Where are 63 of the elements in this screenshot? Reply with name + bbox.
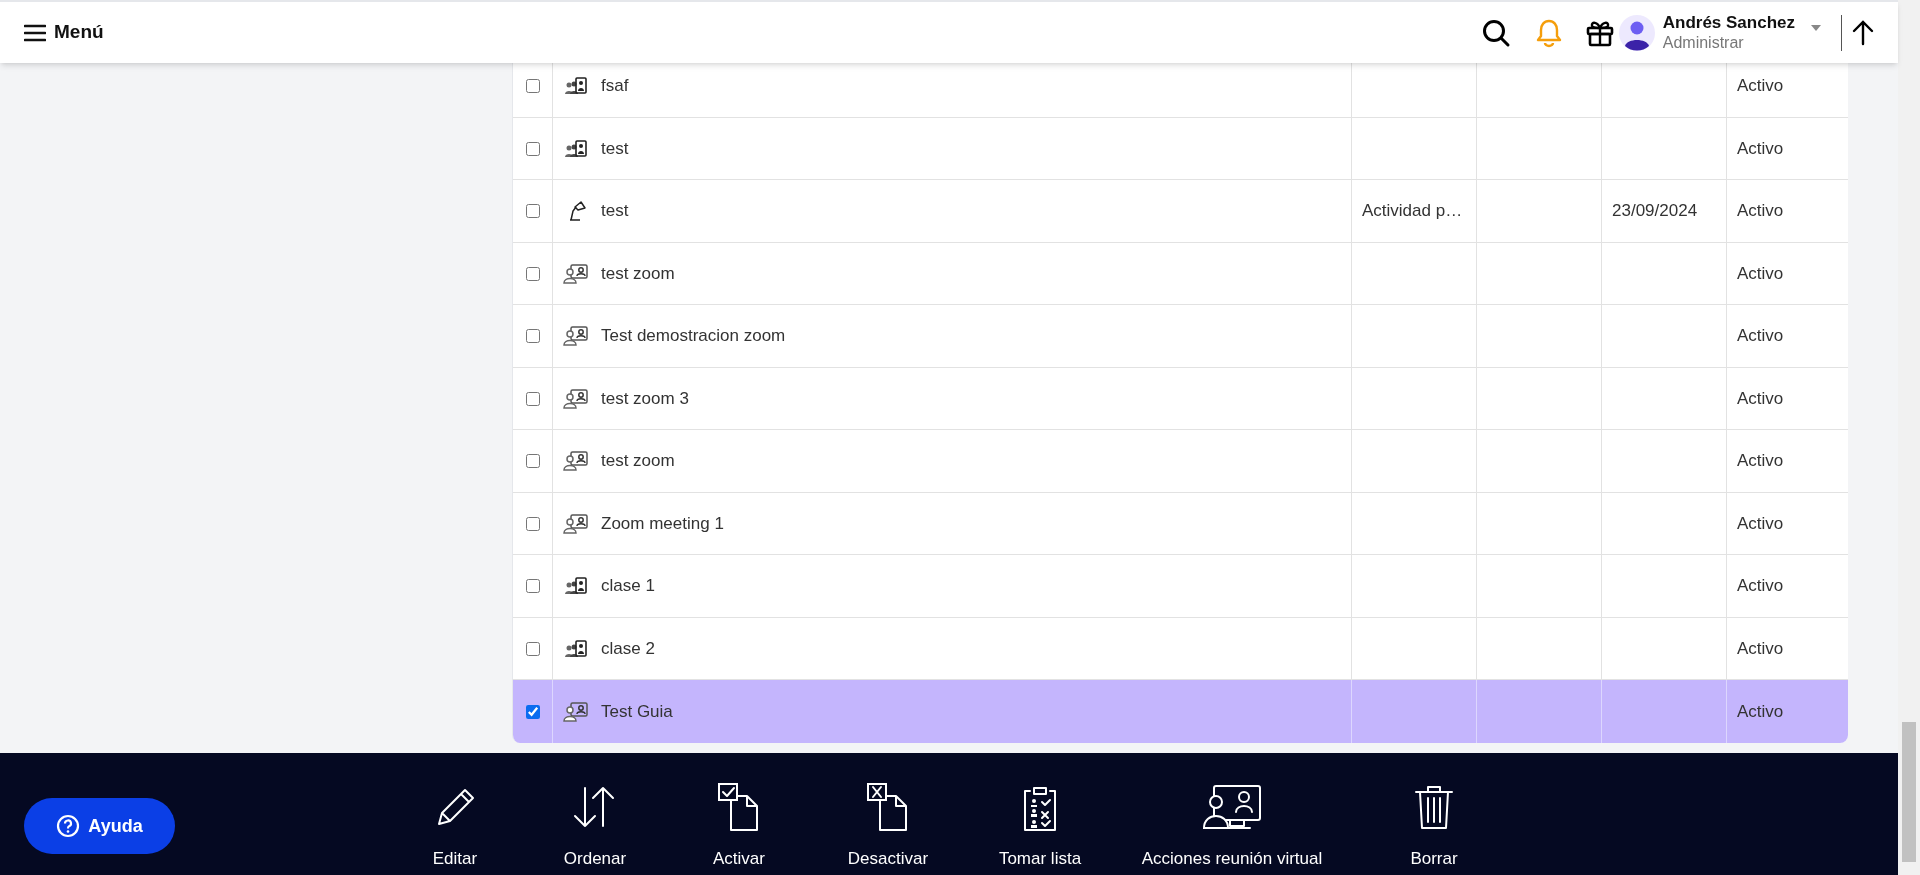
table-cell-text: Activo — [1737, 450, 1784, 473]
row-checkbox[interactable] — [525, 79, 540, 94]
scrollbar[interactable] — [1898, 0, 1920, 875]
menu-button[interactable]: Menú — [24, 18, 104, 47]
row-checkbox[interactable] — [525, 204, 540, 219]
group-icon — [564, 576, 588, 597]
row-checkbox[interactable] — [525, 266, 540, 281]
menu-icon — [24, 23, 46, 42]
activity-name: Zoom meeting 1 — [601, 512, 724, 535]
toolbar-button[interactable]: Editar — [390, 781, 520, 871]
row-checkbox[interactable] — [525, 704, 540, 719]
table-cell-text: Actividad p… — [1362, 200, 1463, 223]
activity-name: test zoom 3 — [601, 387, 689, 410]
row-checkbox[interactable] — [525, 141, 540, 156]
toolbar-button[interactable]: Ordenar — [526, 781, 664, 871]
table-cell-text: Activo — [1737, 637, 1784, 660]
row-checkbox[interactable] — [525, 391, 540, 406]
group-icon — [564, 138, 588, 159]
video-meeting-icon — [563, 700, 589, 723]
toolbar-button[interactable]: Tomar lista — [968, 781, 1112, 871]
caret-icon — [1811, 24, 1821, 31]
scrollbar-thumb[interactable] — [1902, 722, 1916, 862]
toolbar-button[interactable]: Borrar — [1352, 781, 1516, 871]
table-cell-text: Activo — [1737, 387, 1784, 410]
row-checkbox[interactable] — [525, 641, 540, 656]
video-meeting-icon — [563, 450, 589, 473]
row-checkbox[interactable] — [525, 454, 540, 469]
activity-name: Test Guia — [601, 700, 673, 723]
row-checkbox[interactable] — [525, 579, 540, 594]
arrow-up-icon[interactable] — [1852, 19, 1874, 46]
table-cell-text: Activo — [1737, 137, 1784, 160]
video-meeting-icon — [563, 512, 589, 535]
table-cell-text: Activo — [1737, 200, 1784, 223]
video-meeting-icon — [563, 387, 589, 410]
table-cell-text: 23/09/2024 — [1612, 200, 1698, 223]
video-meeting-icon — [563, 262, 589, 285]
row-checkbox[interactable] — [525, 329, 540, 344]
activity-name: fsaf — [601, 75, 629, 98]
row-checkbox[interactable] — [525, 516, 540, 531]
group-icon — [564, 638, 588, 659]
question-icon — [56, 814, 81, 839]
activity-name: test — [601, 200, 629, 223]
avatar-icon — [1618, 14, 1655, 51]
table-cell-text: Activo — [1737, 325, 1784, 348]
activity-name: clase 1 — [601, 575, 655, 598]
help-button[interactable]: Ayuda — [24, 798, 175, 855]
activity-name: test — [601, 137, 629, 160]
table-cell-text: Activo — [1737, 512, 1784, 535]
activity-name: test zoom — [601, 450, 675, 473]
activity-name: clase 2 — [601, 637, 655, 660]
table-cell-text: Activo — [1737, 700, 1784, 723]
table-cell-text: Activo — [1737, 75, 1784, 98]
table-cell-text: Activo — [1737, 575, 1784, 598]
activity-name: Test demostracion zoom — [601, 325, 786, 348]
user-menu[interactable]: Andrés Sanchez Administrar — [1618, 12, 1821, 54]
activity-name: test zoom — [601, 262, 675, 285]
toolbar-button[interactable]: Acciones reunión virtual — [1118, 781, 1346, 871]
toolbar-button[interactable]: Desactivar — [814, 781, 962, 871]
search-icon[interactable] — [1480, 17, 1511, 48]
toolbar-button[interactable]: Activar — [670, 781, 808, 871]
group-icon — [564, 76, 588, 97]
video-meeting-icon — [563, 325, 589, 348]
table-cell-text: Activo — [1737, 262, 1784, 285]
